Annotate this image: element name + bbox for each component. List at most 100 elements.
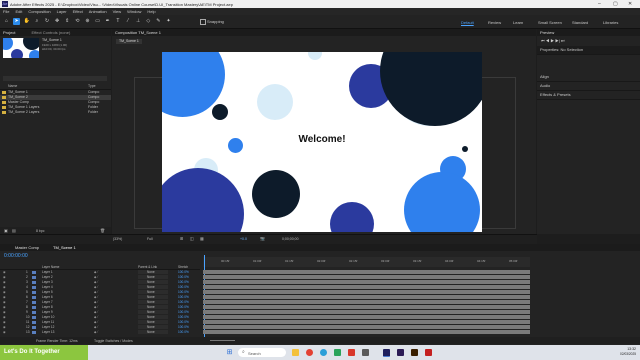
visibility-eye-icon[interactable]: ◉ — [3, 275, 6, 279]
layer-switches[interactable]: ◆ ⁄ — [94, 310, 98, 314]
layer-name[interactable]: Layer 7 — [42, 300, 53, 304]
layer-row[interactable]: ◉ 1 Layer 1 ◆ ⁄ None 100.0% — [0, 270, 200, 274]
after-effects-taskbar-icon[interactable] — [383, 349, 390, 357]
stretch-value[interactable]: 100.0% — [178, 330, 189, 334]
layer-name[interactable]: Layer 2 — [42, 275, 53, 279]
premiere-taskbar-icon[interactable] — [397, 349, 404, 356]
stretch-value[interactable]: 100.0% — [178, 285, 189, 289]
zoom-slider[interactable] — [210, 340, 235, 341]
toggle-switches-modes[interactable]: Toggle Switches / Modes — [94, 339, 133, 343]
visibility-eye-icon[interactable]: ◉ — [3, 310, 6, 314]
snapshot-icon[interactable]: 📷 — [260, 236, 265, 241]
prev-frame-icon[interactable]: ◀ — [546, 38, 550, 43]
stretch-value[interactable]: 100.0% — [178, 275, 189, 279]
composition-canvas[interactable]: Welcome! — [162, 52, 482, 232]
layer-name[interactable]: Layer 1 — [42, 270, 53, 274]
layer-label-color[interactable] — [32, 315, 36, 319]
menu-help[interactable]: Help — [147, 8, 155, 15]
menu-animation[interactable]: Animation — [89, 8, 107, 15]
resolution-dropdown[interactable]: Full — [147, 237, 153, 241]
layer-name[interactable]: Layer 3 — [42, 280, 53, 284]
layer-name[interactable]: Layer 11 — [42, 320, 54, 324]
layer-row[interactable]: ◉ 5 Layer 5 ◆ ⁄ None 100.0% — [0, 290, 200, 294]
layer-label-color[interactable] — [32, 310, 36, 314]
exposure-value[interactable]: +0.0 — [240, 237, 247, 241]
first-frame-icon[interactable]: ⏮ — [541, 38, 545, 43]
stamp-tool-icon[interactable]: ⊥ — [135, 18, 142, 25]
layer-duration-bar[interactable] — [203, 330, 530, 335]
stretch-value[interactable]: 100.0% — [178, 290, 189, 294]
workspace-default[interactable]: Default — [461, 20, 474, 25]
effects-presets-section[interactable]: Effects & Presets — [537, 91, 640, 100]
menu-view[interactable]: View — [113, 8, 122, 15]
minimize-icon[interactable]: – — [598, 1, 601, 7]
visibility-eye-icon[interactable]: ◉ — [3, 290, 6, 294]
orbit-tool-icon[interactable]: ↻ — [44, 18, 51, 25]
file-explorer-icon[interactable] — [292, 349, 299, 356]
layer-label-color[interactable] — [32, 300, 36, 304]
layer-name[interactable]: Layer 8 — [42, 305, 53, 309]
acrobat-taskbar-icon[interactable] — [425, 349, 432, 356]
grid-icon[interactable]: ⊞ — [180, 236, 183, 241]
layer-switches[interactable]: ◆ ⁄ — [94, 305, 98, 309]
visibility-eye-icon[interactable]: ◉ — [3, 285, 6, 289]
layer-switches[interactable]: ◆ ⁄ — [94, 320, 98, 324]
layer-name[interactable]: Layer 10 — [42, 315, 54, 319]
menu-composition[interactable]: Composition — [28, 8, 50, 15]
layer-label-color[interactable] — [32, 290, 36, 294]
layer-duration-bar[interactable] — [203, 325, 530, 330]
layer-duration-bar[interactable] — [203, 305, 530, 310]
layer-row[interactable]: ◉ 3 Layer 3 ◆ ⁄ None 100.0% — [0, 280, 200, 284]
windows-start-icon[interactable]: ⊞ — [225, 348, 234, 357]
clock-time[interactable]: 13:32 — [610, 347, 636, 351]
stretch-value[interactable]: 100.0% — [178, 320, 189, 324]
layer-duration-bar[interactable] — [203, 310, 530, 315]
puppet-tool-icon[interactable]: ✦ — [165, 18, 172, 25]
menu-edit[interactable]: Edit — [15, 8, 22, 15]
layer-label-color[interactable] — [32, 275, 36, 279]
layer-label-color[interactable] — [32, 280, 36, 284]
app-icon-gray[interactable] — [362, 349, 369, 356]
workspace-small-screen[interactable]: Small Screen — [538, 20, 562, 25]
dolly-tool-icon[interactable]: ⇕ — [64, 18, 71, 25]
layer-label-color[interactable] — [32, 270, 36, 274]
visibility-eye-icon[interactable]: ◉ — [3, 295, 6, 299]
layer-label-color[interactable] — [32, 325, 36, 329]
visibility-eye-icon[interactable]: ◉ — [3, 330, 6, 334]
comp-subtab[interactable]: TM_Scene 1 — [116, 39, 142, 44]
layer-switches[interactable]: ◆ ⁄ — [94, 290, 98, 294]
project-search-field[interactable] — [3, 76, 107, 81]
layer-label-color[interactable] — [32, 320, 36, 324]
project-tab[interactable]: Project — [3, 29, 15, 36]
layer-duration-bar[interactable] — [203, 270, 530, 275]
stretch-value[interactable]: 100.0% — [178, 305, 189, 309]
layer-label-color[interactable] — [32, 305, 36, 309]
align-section[interactable]: Align — [537, 73, 640, 82]
mask-icon[interactable]: ◫ — [190, 236, 194, 241]
zoom-tool-icon[interactable]: ⌕ — [33, 18, 40, 25]
layer-duration-bar[interactable] — [203, 315, 530, 320]
layer-name[interactable]: Layer 6 — [42, 295, 53, 299]
edge-icon[interactable] — [320, 349, 327, 356]
effect-controls-tab[interactable]: Effect Controls (none) — [31, 29, 70, 36]
rotate-tool-icon[interactable]: ⟲ — [74, 18, 81, 25]
visibility-eye-icon[interactable]: ◉ — [3, 315, 6, 319]
column-name[interactable]: Name — [8, 84, 17, 88]
transparency-icon[interactable]: ▦ — [200, 236, 204, 241]
layer-row[interactable]: ◉ 9 Layer 9 ◆ ⁄ None 100.0% — [0, 310, 200, 314]
type-tool-icon[interactable]: T — [114, 18, 121, 25]
visibility-eye-icon[interactable]: ◉ — [3, 280, 6, 284]
visibility-eye-icon[interactable]: ◉ — [3, 305, 6, 309]
stretch-value[interactable]: 100.0% — [178, 270, 189, 274]
layer-switches[interactable]: ◆ ⁄ — [94, 275, 98, 279]
layer-duration-bar[interactable] — [203, 320, 530, 325]
rectangle-tool-icon[interactable]: ▭ — [94, 18, 101, 25]
layer-switches[interactable]: ◆ ⁄ — [94, 325, 98, 329]
column-type[interactable]: Type — [88, 84, 96, 88]
chrome-icon[interactable] — [306, 349, 313, 356]
layer-switches[interactable]: ◆ ⁄ — [94, 300, 98, 304]
roto-tool-icon[interactable]: ✎ — [155, 18, 162, 25]
layer-row[interactable]: ◉ 7 Layer 7 ◆ ⁄ None 100.0% — [0, 300, 200, 304]
workspace-standard[interactable]: Standard — [572, 20, 588, 25]
layer-switches[interactable]: ◆ ⁄ — [94, 270, 98, 274]
